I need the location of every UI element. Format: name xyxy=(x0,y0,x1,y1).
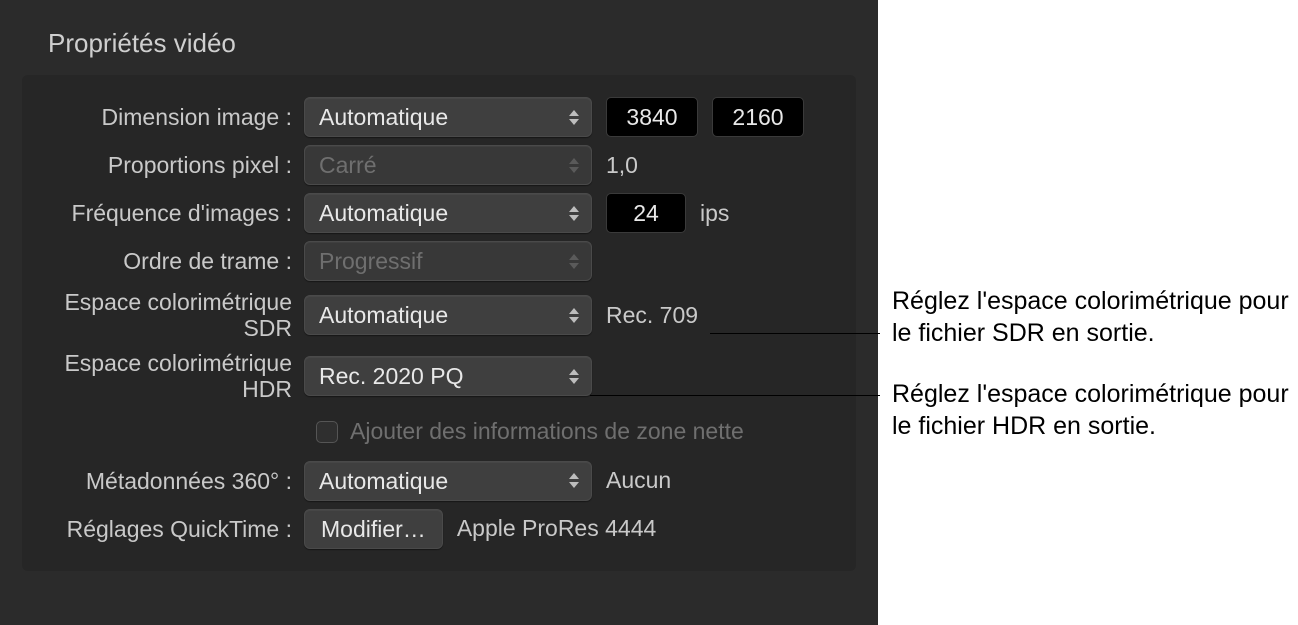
label-hdr-colorspace: Espace colorimétrique HDR xyxy=(22,350,304,403)
label-metadata-360: Métadonnées 360° : xyxy=(22,468,304,494)
form-area: Dimension image : Automatique 3840 2160 … xyxy=(22,75,856,571)
checkbox-clean-aperture[interactable] xyxy=(316,421,338,443)
row-dimension: Dimension image : Automatique 3840 2160 xyxy=(22,93,836,141)
value-metadata-360: Aucun xyxy=(606,467,671,494)
label-field-order: Ordre de trame : xyxy=(22,248,304,274)
select-framerate[interactable]: Automatique xyxy=(304,193,592,233)
input-height[interactable]: 2160 xyxy=(712,97,804,137)
row-hdr-colorspace: Espace colorimétrique HDR Rec. 2020 PQ xyxy=(22,346,836,407)
select-metadata-360-value: Automatique xyxy=(319,468,448,494)
annotations-area: Réglez l'espace colorimétrique pour le f… xyxy=(878,0,1298,625)
row-quicktime: Réglages QuickTime : Modifier… Apple Pro… xyxy=(22,505,836,553)
value-pixel-aspect: 1,0 xyxy=(606,152,638,179)
label-sdr-colorspace: Espace colorimétrique SDR xyxy=(22,289,304,342)
callout-sdr: Réglez l'espace colorimétrique pour le f… xyxy=(892,285,1292,349)
label-quicktime: Réglages QuickTime : xyxy=(22,516,304,542)
row-sdr-colorspace: Espace colorimétrique SDR Automatique Re… xyxy=(22,285,836,346)
row-field-order: Ordre de trame : Progressif xyxy=(22,237,836,285)
select-field-order: Progressif xyxy=(304,241,592,281)
label-dimension: Dimension image : xyxy=(22,104,304,130)
select-sdr-colorspace-value: Automatique xyxy=(319,302,448,328)
chevron-updown-icon xyxy=(565,105,583,129)
section-title: Propriétés vidéo xyxy=(48,28,856,59)
video-properties-panel: Propriétés vidéo Dimension image : Autom… xyxy=(0,0,878,625)
row-pixel-aspect: Proportions pixel : Carré 1,0 xyxy=(22,141,836,189)
unit-ips: ips xyxy=(700,200,729,227)
leader-line-sdr xyxy=(710,333,880,334)
value-sdr-colorspace: Rec. 709 xyxy=(606,302,698,329)
chevron-updown-icon xyxy=(565,153,583,177)
label-clean-aperture: Ajouter des informations de zone nette xyxy=(350,418,744,445)
select-pixel-aspect-value: Carré xyxy=(319,152,377,178)
select-pixel-aspect: Carré xyxy=(304,145,592,185)
chevron-updown-icon xyxy=(565,364,583,388)
row-metadata-360: Métadonnées 360° : Automatique Aucun xyxy=(22,457,836,505)
input-framerate[interactable]: 24 xyxy=(606,193,686,233)
label-pixel-aspect: Proportions pixel : xyxy=(22,152,304,178)
select-hdr-colorspace-value: Rec. 2020 PQ xyxy=(319,363,463,389)
chevron-updown-icon xyxy=(565,201,583,225)
chevron-updown-icon xyxy=(565,249,583,273)
chevron-updown-icon xyxy=(565,303,583,327)
select-field-order-value: Progressif xyxy=(319,248,423,274)
select-framerate-value: Automatique xyxy=(319,200,448,226)
value-quicktime-codec: Apple ProRes 4444 xyxy=(457,515,656,542)
chevron-updown-icon xyxy=(565,469,583,493)
select-hdr-colorspace[interactable]: Rec. 2020 PQ xyxy=(304,356,592,396)
select-dimension[interactable]: Automatique xyxy=(304,97,592,137)
input-width[interactable]: 3840 xyxy=(606,97,698,137)
callout-hdr: Réglez l'espace colorimétrique pour le f… xyxy=(892,378,1292,442)
label-framerate: Fréquence d'images : xyxy=(22,200,304,226)
row-framerate: Fréquence d'images : Automatique 24 ips xyxy=(22,189,836,237)
leader-line-hdr xyxy=(590,395,880,396)
button-modify-quicktime[interactable]: Modifier… xyxy=(304,509,443,549)
select-dimension-value: Automatique xyxy=(319,104,448,130)
select-sdr-colorspace[interactable]: Automatique xyxy=(304,295,592,335)
row-clean-aperture: Ajouter des informations de zone nette xyxy=(316,407,836,457)
select-metadata-360[interactable]: Automatique xyxy=(304,461,592,501)
